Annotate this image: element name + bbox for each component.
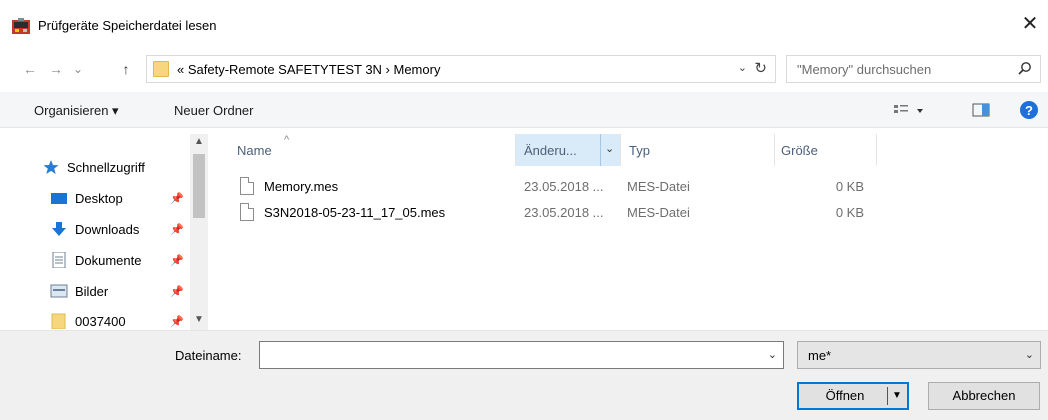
- sidebar-item-label: Downloads: [75, 221, 140, 237]
- app-icon: [12, 18, 30, 34]
- file-name: Memory.mes: [264, 179, 339, 194]
- download-icon: [52, 222, 66, 236]
- filename-field[interactable]: ⌄: [259, 341, 784, 369]
- desktop-icon: [51, 193, 67, 204]
- organize-button[interactable]: Organisieren ▾: [34, 103, 119, 119]
- sidebar-item-label: Desktop: [75, 190, 123, 206]
- command-toolbar: Organisieren ▾ Neuer Ordner ?: [0, 92, 1048, 128]
- column-header-date-label: Änderu...: [524, 143, 577, 158]
- close-icon[interactable]: ✕: [1018, 12, 1042, 36]
- sidebar-item-label: Bilder: [75, 283, 109, 299]
- preview-pane-icon[interactable]: [970, 100, 992, 120]
- column-divider[interactable]: [620, 134, 621, 166]
- sidebar-item-downloads[interactable]: Downloads: [50, 216, 139, 242]
- sidebar-item-pictures[interactable]: Bilder: [50, 278, 108, 304]
- back-icon[interactable]: ←: [20, 58, 40, 80]
- button-divider: [887, 387, 888, 405]
- file-icon: [240, 203, 254, 221]
- column-header-size[interactable]: Größe: [781, 143, 818, 158]
- file-icon: [240, 177, 254, 195]
- scrollbar-thumb[interactable]: [193, 154, 205, 218]
- table-row[interactable]: Memory.mes 23.05.2018 ... MES-Datei 0 KB: [236, 175, 876, 199]
- breadcrumb[interactable]: « Safety-Remote SAFETYTEST 3N › Memory: [177, 62, 440, 77]
- file-date: 23.05.2018 ...: [524, 179, 604, 194]
- svg-text:?: ?: [1025, 103, 1033, 118]
- search-input[interactable]: "Memory" durchsuchen: [797, 62, 931, 77]
- recent-locations-icon[interactable]: ⌄: [70, 58, 86, 80]
- folder-icon: [153, 61, 169, 77]
- view-options-icon[interactable]: [890, 100, 928, 120]
- sort-ascending-icon: ^: [284, 134, 290, 146]
- window-title: Prüfgeräte Speicherdatei lesen: [38, 18, 217, 33]
- title-bar: Prüfgeräte Speicherdatei lesen ✕: [0, 0, 1048, 46]
- file-type-filter[interactable]: me* ⌄: [797, 341, 1041, 369]
- filter-value: me*: [808, 348, 832, 363]
- refresh-icon[interactable]: ↻: [754, 59, 767, 77]
- pin-icon[interactable]: 📌: [170, 192, 184, 205]
- star-icon: [43, 160, 59, 174]
- new-folder-button[interactable]: Neuer Ordner: [174, 103, 253, 118]
- forward-icon[interactable]: →: [46, 58, 66, 80]
- navigation-pane: Schnellzugriff Desktop 📌 Downloads 📌 Dok…: [0, 128, 208, 330]
- sidebar-item-desktop[interactable]: Desktop: [50, 185, 123, 211]
- open-button-label: Öffnen: [825, 388, 865, 403]
- file-date: 23.05.2018 ...: [524, 205, 604, 220]
- chevron-down-icon[interactable]: ⌄: [1025, 348, 1034, 361]
- up-icon[interactable]: ↑: [116, 58, 136, 80]
- file-type: MES-Datei: [627, 179, 690, 194]
- file-size: 0 KB: [835, 179, 864, 194]
- pin-icon[interactable]: 📌: [170, 223, 184, 236]
- sidebar-item-label: 0037400: [75, 313, 126, 329]
- file-size: 0 KB: [835, 205, 864, 220]
- documents-icon: [52, 252, 66, 268]
- column-header-name[interactable]: Name: [237, 143, 272, 158]
- scroll-up-icon[interactable]: ▲: [194, 136, 204, 147]
- file-list: ^ Name Änderu... ⌄ Typ Größe Memory.mes …: [208, 128, 1048, 330]
- help-icon[interactable]: ?: [1018, 100, 1040, 120]
- pin-icon[interactable]: 📌: [170, 315, 184, 328]
- pin-icon[interactable]: 📌: [170, 254, 184, 267]
- column-divider: [600, 134, 601, 166]
- pictures-icon: [50, 284, 68, 298]
- search-box[interactable]: "Memory" durchsuchen: [786, 55, 1041, 83]
- chevron-down-icon[interactable]: ⌄: [738, 61, 747, 74]
- search-icon[interactable]: [1018, 61, 1032, 75]
- dialog-footer: Dateiname: ⌄ me* ⌄ Öffnen ▼ Abbrechen: [0, 330, 1048, 420]
- chevron-down-icon[interactable]: ⌄: [768, 348, 777, 361]
- address-bar[interactable]: « Safety-Remote SAFETYTEST 3N › Memory ⌄…: [146, 55, 776, 83]
- file-type: MES-Datei: [627, 205, 690, 220]
- file-name: S3N2018-05-23-11_17_05.mes: [264, 205, 446, 220]
- chevron-down-icon[interactable]: ⌄: [605, 142, 614, 155]
- sidebar-item-label: Dokumente: [75, 252, 142, 268]
- navigation-scrollbar[interactable]: ▲ ▼: [190, 134, 208, 330]
- open-button[interactable]: Öffnen ▼: [797, 382, 909, 410]
- open-options-icon[interactable]: ▼: [892, 384, 902, 408]
- column-header-type[interactable]: Typ: [629, 143, 650, 158]
- column-divider[interactable]: [774, 134, 775, 166]
- pin-icon[interactable]: 📌: [170, 285, 184, 298]
- sidebar-item-quick-access[interactable]: Schnellzugriff: [42, 154, 145, 180]
- column-header-date[interactable]: Änderu... ⌄: [516, 134, 620, 166]
- sidebar-item-label: Schnellzugriff: [67, 159, 145, 175]
- cancel-button[interactable]: Abbrechen: [928, 382, 1040, 410]
- column-divider[interactable]: [876, 134, 877, 166]
- filename-label: Dateiname:: [175, 348, 242, 363]
- sidebar-item-documents[interactable]: Dokumente: [50, 247, 141, 273]
- table-row[interactable]: S3N2018-05-23-11_17_05.mes 23.05.2018 ..…: [236, 201, 876, 225]
- scroll-down-icon[interactable]: ▼: [194, 314, 204, 325]
- folder-icon: [51, 313, 66, 329]
- navigation-bar: ← → ⌄ ↑ « Safety-Remote SAFETYTEST 3N › …: [0, 52, 1048, 86]
